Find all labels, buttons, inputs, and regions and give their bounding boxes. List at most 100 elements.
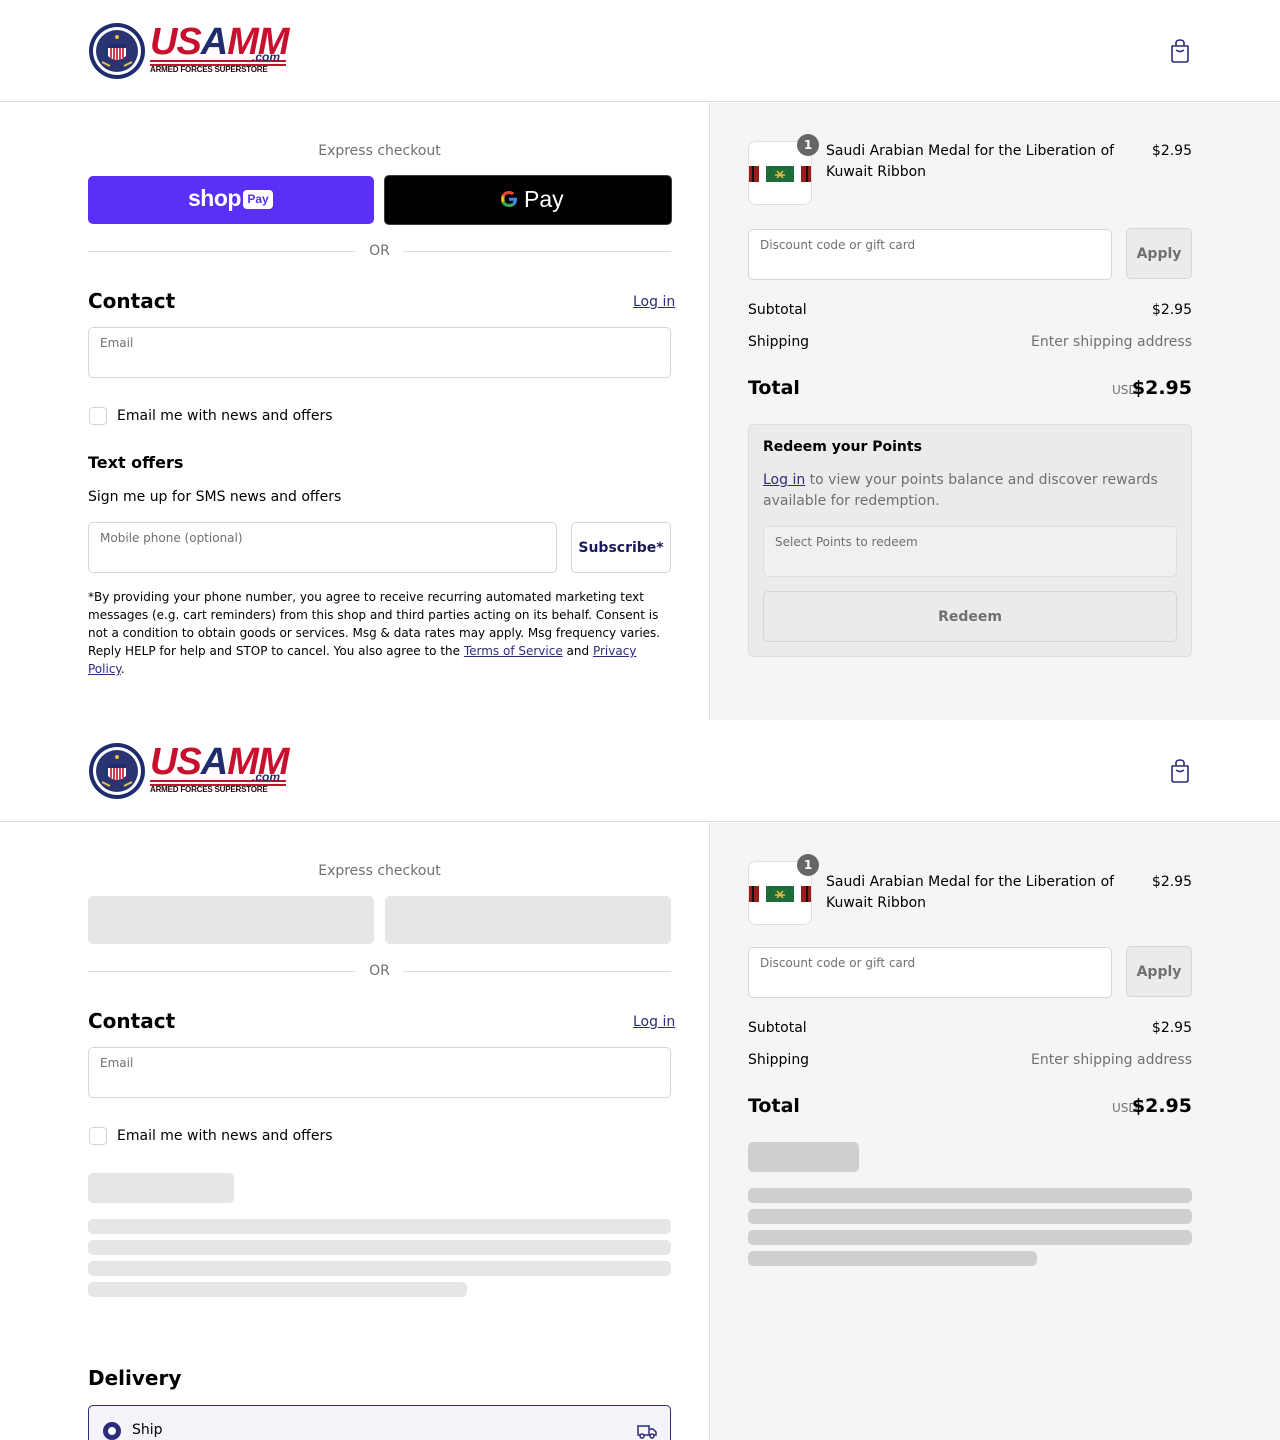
shipping-label: Shipping	[748, 1052, 810, 1068]
discount-field[interactable]: Discount code or gift card	[748, 229, 1112, 280]
terms-of-service-link[interactable]: Terms of Service	[464, 644, 563, 658]
logo-tagline: ARMED FORCES SUPERSTORE	[150, 785, 268, 794]
header: USAMM .com ARMED FORCES SUPERSTORE	[0, 720, 1280, 822]
apply-discount-button[interactable]: Apply	[1126, 228, 1192, 279]
subtotal-value: $2.95	[1151, 1020, 1192, 1036]
contact-title: Contact	[88, 1009, 176, 1033]
email-input[interactable]	[100, 1072, 659, 1092]
email-field[interactable]: Email	[88, 327, 671, 378]
express-button-skeleton	[385, 896, 671, 944]
checkout-frame-loading: USAMM .com ARMED FORCES SUPERSTORE Expre…	[0, 720, 1280, 1440]
sms-legal-text: *By providing your phone number, you agr…	[88, 588, 671, 678]
divider-line	[88, 251, 356, 252]
shipping-label: Shipping	[748, 334, 810, 350]
truck-icon	[637, 1425, 657, 1439]
apply-discount-button[interactable]: Apply	[1126, 946, 1192, 997]
checkout-frame-loaded: USAMM .com ARMED FORCES SUPERSTORE Expre…	[0, 0, 1280, 720]
contact-login-link[interactable]: Log in	[633, 294, 675, 310]
shipping-value: Enter shipping address	[1031, 1052, 1192, 1068]
subscribe-button[interactable]: Subscribe*	[571, 522, 671, 573]
total-label: Total	[748, 1095, 800, 1117]
email-field-label: Email	[100, 1056, 134, 1070]
text-line-skeleton	[748, 1209, 1192, 1224]
newsletter-label: Email me with news and offers	[117, 408, 333, 424]
discount-field-label: Discount code or gift card	[760, 238, 916, 252]
divider-line	[403, 971, 671, 972]
email-field[interactable]: Email	[88, 1047, 671, 1098]
redeem-button[interactable]: Redeem	[763, 591, 1177, 642]
points-select-label: Select Points to redeem	[775, 535, 918, 549]
order-summary: 1 Saudi Arabian Medal for the Liberation…	[709, 823, 1280, 1440]
points-login-link[interactable]: Log in	[763, 472, 805, 488]
text-offers-subtitle: Sign me up for SMS news and offers	[88, 489, 342, 505]
google-pay-label: Pay	[524, 186, 564, 212]
points-select[interactable]: Select Points to redeem	[763, 526, 1177, 577]
text-line-skeleton	[88, 1282, 467, 1297]
subtotal-value: $2.95	[1151, 302, 1192, 318]
order-summary: 1 Saudi Arabian Medal for the Liberation…	[709, 103, 1280, 720]
product-name: Saudi Arabian Medal for the Liberation o…	[826, 143, 1115, 180]
or-label: OR	[369, 963, 390, 979]
total-value: $2.95	[1131, 377, 1192, 399]
seal-icon	[89, 23, 145, 79]
shopping-bag-icon[interactable]	[1168, 38, 1192, 64]
usamm-logo[interactable]: USAMM .com ARMED FORCES SUPERSTORE	[88, 20, 290, 80]
express-button-skeleton	[88, 896, 374, 944]
text-line-skeleton	[748, 1230, 1192, 1245]
email-field-label: Email	[100, 336, 134, 350]
logo-tagline: ARMED FORCES SUPERSTORE	[150, 65, 268, 74]
shopping-bag-icon[interactable]	[1168, 758, 1192, 784]
shipping-value: Enter shipping address	[1031, 334, 1192, 350]
product-price: $2.95	[1151, 874, 1192, 890]
quantity-badge: 1	[797, 854, 819, 876]
shop-pay-button[interactable]: shop Pay	[88, 176, 374, 224]
divider-line	[403, 251, 671, 252]
newsletter-label: Email me with news and offers	[117, 1128, 333, 1144]
shop-pay-pill: Pay	[243, 190, 273, 209]
google-pay-button[interactable]: Pay	[384, 175, 672, 225]
or-divider: OR	[88, 963, 671, 979]
email-input[interactable]	[100, 352, 659, 372]
mobile-phone-input[interactable]	[100, 547, 545, 567]
shop-pay-wordmark: shop	[188, 185, 241, 211]
quantity-badge: 1	[797, 134, 819, 156]
header: USAMM .com ARMED FORCES SUPERSTORE	[0, 0, 1280, 102]
newsletter-checkbox[interactable]	[89, 407, 107, 425]
mobile-phone-field[interactable]: Mobile phone (optional)	[88, 522, 557, 573]
usamm-logo[interactable]: USAMM .com ARMED FORCES SUPERSTORE	[88, 740, 290, 800]
text-line-skeleton	[748, 1188, 1192, 1203]
total-label: Total	[748, 377, 800, 399]
text-line-skeleton	[88, 1219, 671, 1234]
points-text: to view your points balance and discover…	[763, 472, 1158, 509]
discount-input[interactable]	[760, 972, 1100, 992]
text-line-skeleton	[88, 1261, 671, 1276]
divider-line	[88, 971, 356, 972]
product-thumbnail: 1	[748, 134, 819, 205]
redeem-points-title: Redeem your Points	[763, 439, 922, 455]
contact-title: Contact	[88, 289, 176, 313]
text-line-skeleton	[88, 1240, 671, 1255]
text-line-skeleton	[748, 1251, 1037, 1266]
redeem-title-skeleton	[748, 1142, 859, 1172]
google-g-icon	[501, 191, 517, 207]
legal-and: and	[562, 644, 593, 658]
discount-field-label: Discount code or gift card	[760, 956, 916, 970]
contact-login-link[interactable]: Log in	[633, 1014, 675, 1030]
express-checkout-title: Express checkout	[318, 143, 441, 159]
subtotal-label: Subtotal	[748, 302, 807, 318]
product-thumbnail: 1	[748, 854, 819, 925]
ribbon-image	[749, 886, 811, 902]
ship-radio[interactable]	[103, 1422, 121, 1440]
mobile-phone-label: Mobile phone (optional)	[100, 531, 243, 545]
checkout-form: Express checkout shop Pay Pay OR Contact…	[0, 103, 709, 720]
ship-label: Ship	[132, 1422, 163, 1438]
redeem-points-text: Log in to view your points balance and d…	[763, 470, 1179, 512]
delivery-title: Delivery	[88, 1366, 182, 1390]
discount-field[interactable]: Discount code or gift card	[748, 947, 1112, 998]
total-value: $2.95	[1131, 1095, 1192, 1117]
newsletter-checkbox[interactable]	[89, 1127, 107, 1145]
discount-input[interactable]	[760, 254, 1100, 274]
ship-option[interactable]: Ship	[88, 1405, 671, 1440]
ribbon-image	[749, 166, 811, 182]
text-offers-title: Text offers	[88, 453, 184, 472]
